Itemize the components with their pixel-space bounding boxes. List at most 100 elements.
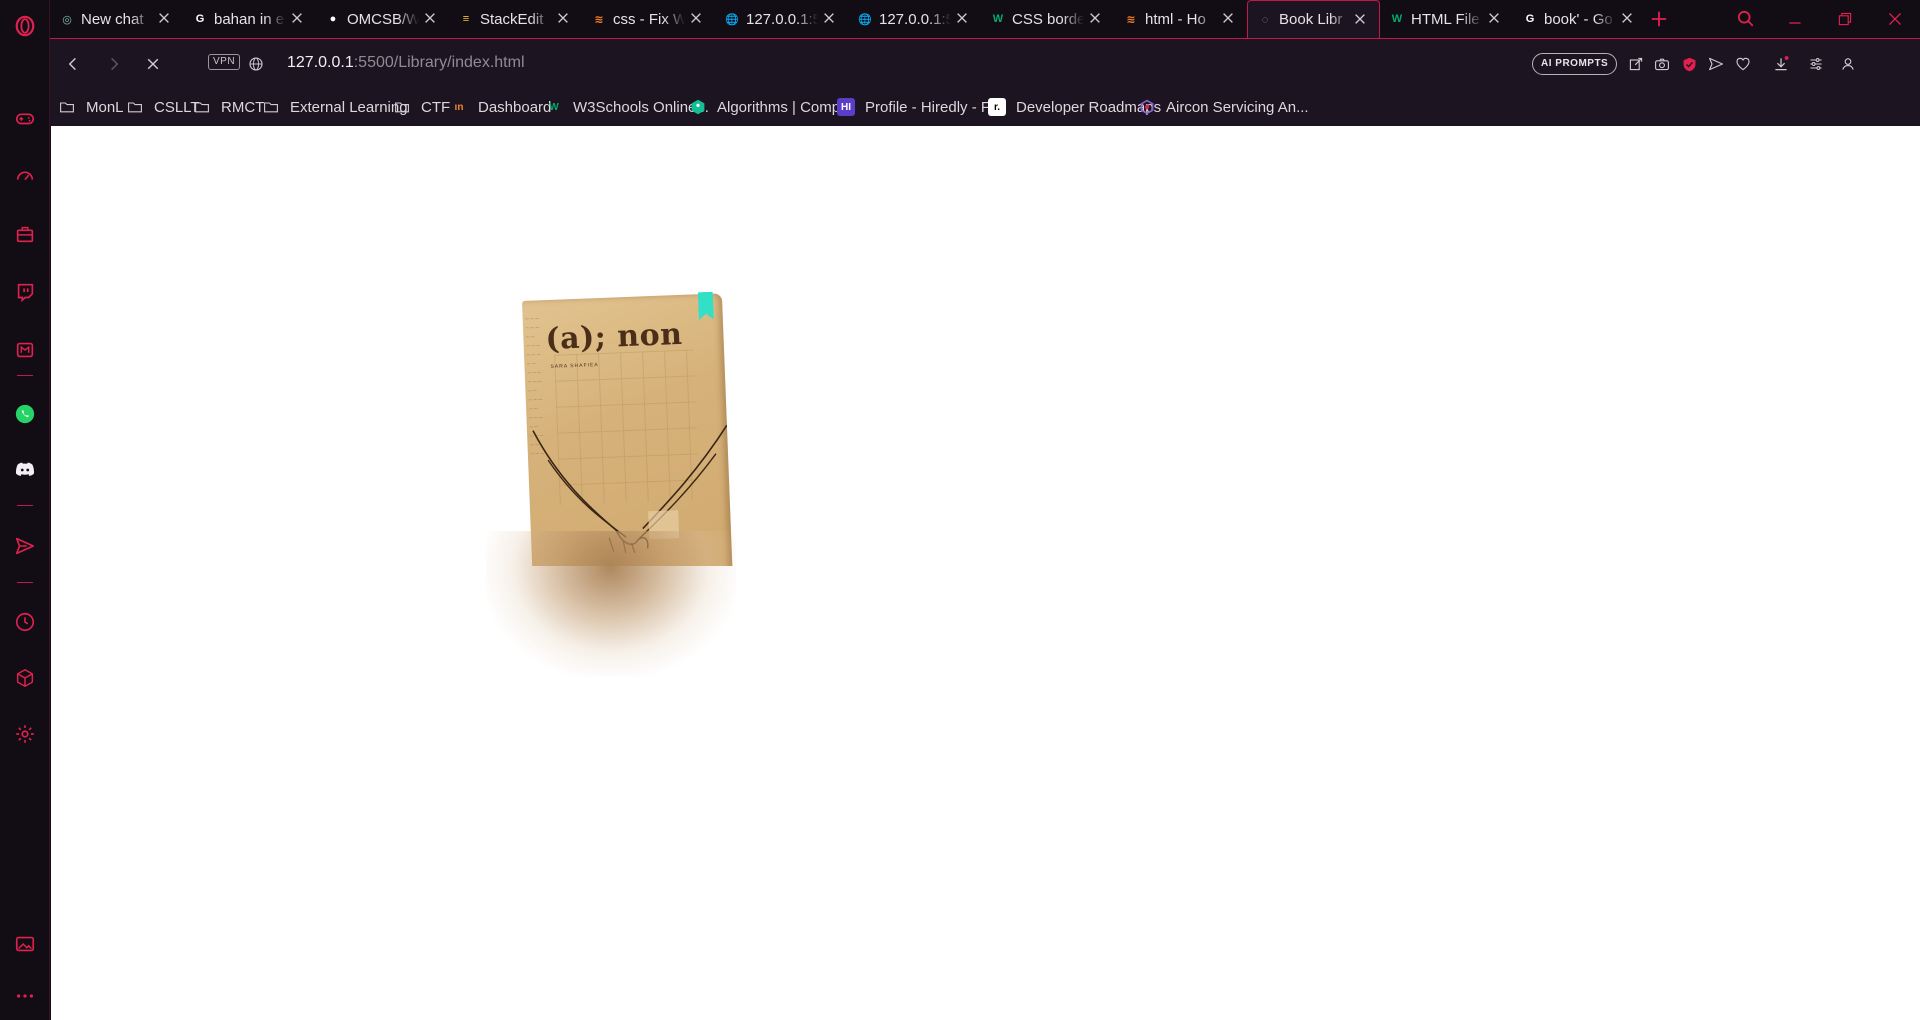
browser-tab[interactable]: 🌐 127.0.0.1:5	[848, 0, 981, 38]
page-viewport: ~~~ ~~~ ~~ ~~~ ~~~ ~~ ~~~ ~~~ ~~ ~~~ ~~ …	[51, 126, 1920, 1020]
browser-tab[interactable]: ≋ html - Ho	[1114, 0, 1247, 38]
browser-tab[interactable]: W HTML File	[1380, 0, 1513, 38]
stop-loading-button[interactable]	[140, 51, 166, 77]
send-page-icon[interactable]	[1704, 52, 1728, 76]
history-icon[interactable]	[0, 602, 50, 642]
back-button[interactable]	[60, 51, 86, 77]
tab-title: CSS borde	[1012, 10, 1084, 28]
bookmark-label: Aircon Servicing An...	[1166, 98, 1309, 116]
edit-share-icon[interactable]	[1624, 52, 1648, 76]
tab-close-icon[interactable]	[955, 11, 971, 27]
more-options-icon[interactable]	[0, 976, 50, 1016]
ai-prompts-button[interactable]: AI PROMPTS	[1532, 53, 1618, 75]
tab-close-icon[interactable]	[290, 11, 306, 27]
discord-icon[interactable]	[0, 450, 50, 490]
browser-tab[interactable]: ≋ css - Fix W	[582, 0, 715, 38]
bookmark-item[interactable]: MonL	[58, 88, 124, 126]
browser-tab[interactable]: ● OMCSB/W	[316, 0, 449, 38]
tab-close-icon[interactable]	[822, 11, 838, 27]
dashboard-favicon-icon: ın	[454, 101, 464, 113]
downloads-icon[interactable]	[1769, 52, 1793, 76]
minimize-window-icon[interactable]	[1770, 0, 1820, 38]
whatsapp-icon[interactable]	[0, 394, 50, 434]
tab-close-icon[interactable]	[689, 11, 705, 27]
browser-tab[interactable]: Gbook' - Go	[1513, 0, 1646, 38]
tab-close-icon[interactable]	[1221, 11, 1237, 27]
tab-close-icon[interactable]	[1487, 11, 1503, 27]
forward-button[interactable]	[101, 51, 127, 77]
close-window-icon[interactable]	[1870, 0, 1920, 38]
tab-title: 127.0.0.1:5	[879, 10, 951, 28]
address-field[interactable]: 127.0.0.1:5500/Library/index.html	[287, 54, 525, 72]
url-path: :5500/Library/index.html	[353, 54, 525, 71]
browser-tab[interactable]: ◎ New chat	[50, 0, 183, 38]
settings-gear-icon[interactable]	[0, 714, 50, 754]
book-cover: ~~~ ~~~ ~~ ~~~ ~~~ ~~ ~~~ ~~~ ~~ ~~~ ~~ …	[522, 292, 734, 566]
sidebar-divider	[17, 582, 33, 583]
bookmark-item[interactable]: r. Developer Roadmaps	[988, 88, 1161, 126]
profile-icon[interactable]	[1836, 52, 1860, 76]
bookmark-item[interactable]: HI Profile - Hiredly - Fi...	[837, 88, 1006, 126]
camera-snapshot-icon[interactable]	[1650, 52, 1674, 76]
vpn-badge[interactable]: VPN	[208, 54, 241, 70]
bookmark-item[interactable]: RMCT	[193, 88, 264, 126]
bookmark-item[interactable]: CTF	[393, 88, 450, 126]
tab-title: book' - Go	[1544, 10, 1613, 28]
tab-close-icon[interactable]	[1088, 11, 1104, 27]
browser-tab[interactable]: Gbahan in e	[183, 0, 316, 38]
stackedit-icon: ≡	[462, 13, 470, 25]
gamepad-icon[interactable]	[0, 98, 50, 138]
aircon-icon	[1138, 98, 1156, 116]
speed-dial-icon[interactable]	[0, 156, 50, 196]
bookmark-item[interactable]: ın Dashboard	[450, 88, 552, 126]
tab-title: StackEdit	[480, 10, 544, 28]
bookmark-item[interactable]: CSLLT	[126, 88, 200, 126]
twitch-icon[interactable]	[0, 272, 50, 312]
url-host: 127.0.0.1	[287, 54, 354, 71]
folder-icon	[193, 98, 211, 116]
khan-academy-icon	[689, 98, 707, 116]
w3schools-icon: W	[549, 101, 559, 113]
tab-bar: ◎ New chat Gbahan in e ● OMCSB/W ≡ StackEdit ≋ c…	[50, 0, 1920, 38]
browser-tab[interactable]: 🌐 127.0.0.1:5	[715, 0, 848, 38]
github-icon: ●	[329, 13, 337, 25]
w3schools-icon: W	[992, 13, 1004, 25]
send-icon[interactable]	[0, 526, 50, 566]
heart-bookmark-icon[interactable]	[1731, 52, 1755, 76]
bookmark-item[interactable]: Aircon Servicing An...	[1138, 88, 1309, 126]
bookmark-item[interactable]: Algorithms | Comp...	[689, 88, 853, 126]
bookmark-label: Profile - Hiredly - Fi...	[865, 98, 1006, 116]
bookmark-label: Dashboard	[478, 98, 552, 116]
bookmark-item[interactable]: External Learning	[262, 88, 408, 126]
opera-menu-icon[interactable]	[0, 6, 50, 46]
globe-icon[interactable]	[244, 52, 268, 76]
bookmark-label: Algorithms | Comp...	[717, 98, 853, 116]
tab-close-icon[interactable]	[556, 11, 572, 27]
w3schools-icon: W	[1391, 13, 1403, 25]
restore-window-icon[interactable]	[1820, 0, 1870, 38]
sidebar-divider	[17, 505, 33, 506]
new-tab-button[interactable]	[1646, 6, 1672, 32]
bag-icon[interactable]	[0, 214, 50, 254]
adblock-shield-icon[interactable]	[1677, 52, 1701, 76]
browser-tab[interactable]: ≡ StackEdit	[449, 0, 582, 38]
cube-icon[interactable]	[0, 658, 50, 698]
bookmark-item[interactable]: W W3Schools Online...	[545, 88, 709, 126]
player-icon[interactable]	[0, 330, 50, 370]
browser-tab[interactable]: W CSS borde	[981, 0, 1114, 38]
book-card[interactable]: ~~~ ~~~ ~~ ~~~ ~~~ ~~ ~~~ ~~~ ~~ ~~~ ~~ …	[476, 291, 736, 691]
bookmark-ribbon	[698, 292, 714, 321]
tab-close-icon[interactable]	[1353, 12, 1369, 28]
easy-setup-icon[interactable]	[1804, 52, 1828, 76]
gallery-icon[interactable]	[0, 924, 50, 964]
tab-close-icon[interactable]	[157, 11, 173, 27]
book-image: ~~~ ~~~ ~~ ~~~ ~~~ ~~ ~~~ ~~~ ~~ ~~~ ~~ …	[476, 291, 736, 566]
search-tabs-icon[interactable]	[1721, 0, 1771, 38]
tab-title: New chat	[81, 10, 144, 28]
browser-tab[interactable]: ◌ Book Libr	[1247, 0, 1380, 38]
bookmark-label: CTF	[421, 98, 451, 116]
stackoverflow-icon: ≋	[594, 13, 604, 26]
bookmarks-bar: MonL CSLLT RMCT External Learning CTF ın Dashb…	[50, 88, 1920, 126]
tab-close-icon[interactable]	[423, 11, 439, 27]
tab-close-icon[interactable]	[1620, 11, 1636, 27]
